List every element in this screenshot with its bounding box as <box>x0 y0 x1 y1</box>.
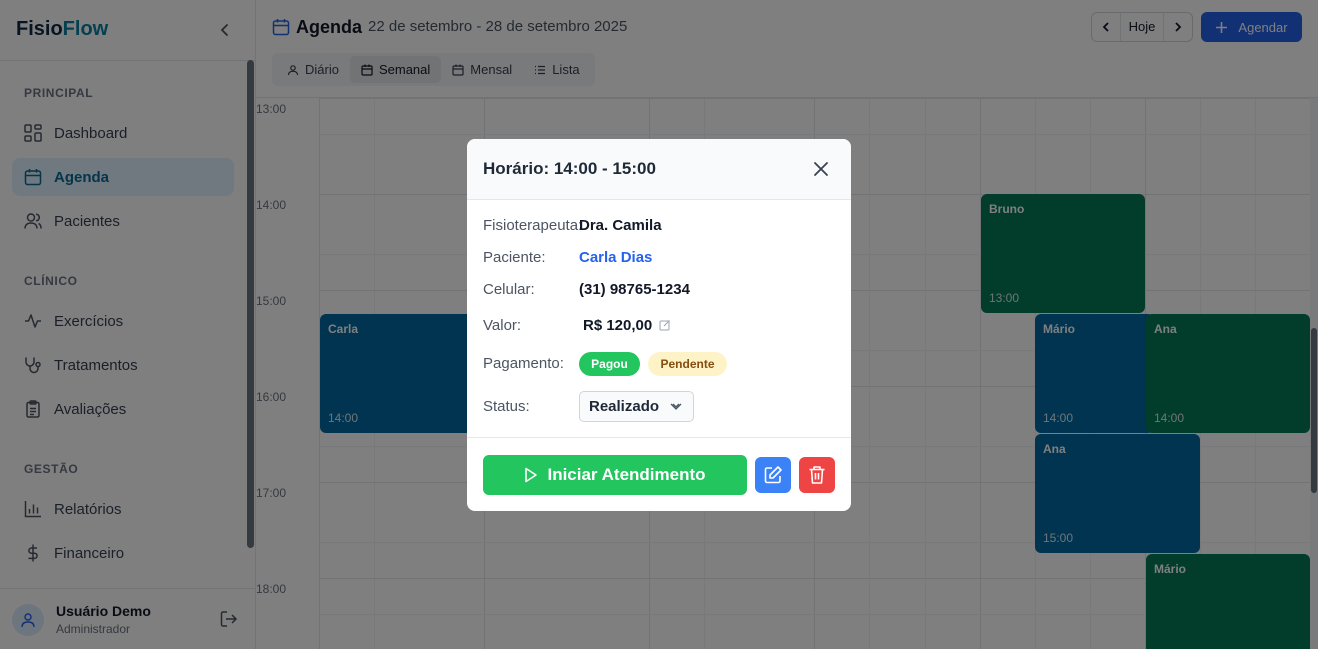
status-select[interactable]: Realizado <box>579 391 694 422</box>
start-appointment-label: Iniciar Atendimento <box>547 465 706 484</box>
close-icon <box>814 162 828 176</box>
edit-appointment-button[interactable] <box>755 457 791 493</box>
close-button[interactable] <box>811 159 831 179</box>
chevron-down-icon <box>670 403 682 410</box>
play-icon <box>525 467 538 483</box>
patient-link[interactable]: Carla Dias <box>579 249 652 266</box>
start-appointment-button[interactable]: Iniciar Atendimento <box>483 455 747 495</box>
appointment-details-modal: Horário: 14:00 - 15:00 Fisioterapeuta: D… <box>467 139 851 511</box>
phone-value: (31) 98765-1234 <box>579 281 690 298</box>
value-amount: R$ 120,00 <box>583 317 653 334</box>
delete-appointment-button[interactable] <box>799 457 835 493</box>
modal-header: Horário: 14:00 - 15:00 <box>467 139 851 200</box>
therapist-label: Fisioterapeuta: <box>483 217 583 234</box>
status-selected-value: Realizado <box>589 398 660 415</box>
patient-label: Paciente: <box>483 249 546 266</box>
trash-icon <box>809 466 825 484</box>
edit-value-icon[interactable] <box>659 319 671 331</box>
therapist-value: Dra. Camila <box>579 217 662 234</box>
modal-footer-divider <box>467 437 851 438</box>
status-label: Status: <box>483 398 530 415</box>
edit-icon <box>764 466 782 484</box>
payment-paid-button[interactable]: Pagou <box>579 352 640 376</box>
modal-title: Horário: 14:00 - 15:00 <box>483 159 656 178</box>
payment-label: Pagamento: <box>483 355 564 372</box>
payment-pending-button[interactable]: Pendente <box>648 352 727 376</box>
value-label: Valor: <box>483 317 522 334</box>
phone-label: Celular: <box>483 281 535 298</box>
